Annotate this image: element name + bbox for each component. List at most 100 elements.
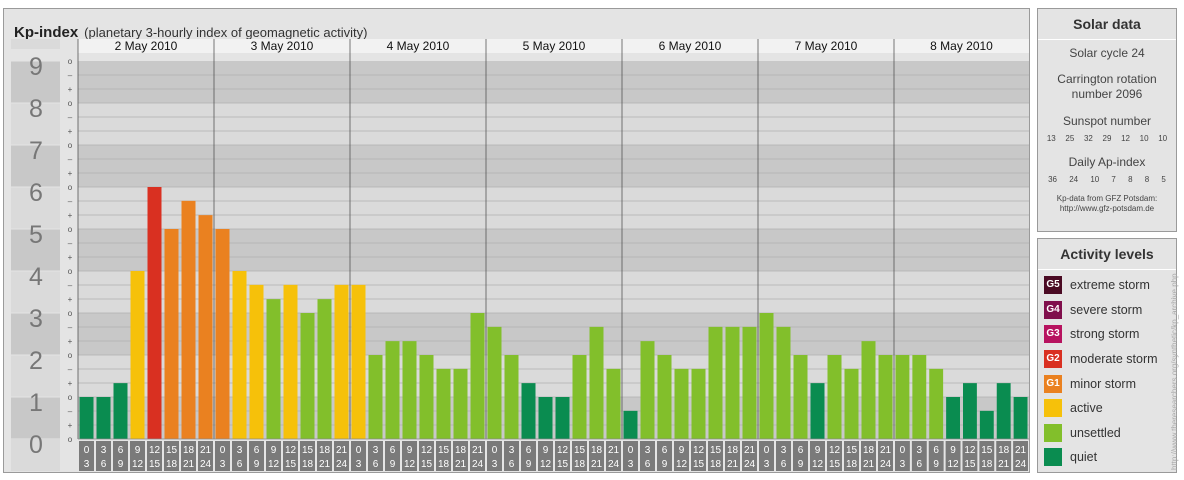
- kp-minor-label: +: [68, 169, 73, 178]
- kp-minor-label: –: [68, 197, 73, 206]
- time-slot-end: 15: [693, 459, 705, 470]
- kp-bar: [419, 355, 434, 439]
- time-slot-start: 6: [118, 445, 124, 456]
- kp-minor-label: –: [68, 71, 73, 80]
- kp-bar: [300, 313, 315, 439]
- kp-minor-label: –: [68, 155, 73, 164]
- time-slot-end: 18: [438, 459, 450, 470]
- time-slot-start: 15: [981, 445, 993, 456]
- kp-bar: [436, 368, 451, 439]
- activity-level-item: quiet: [1038, 445, 1176, 470]
- time-slot-start: 0: [900, 445, 906, 456]
- kp-bar: [198, 215, 213, 439]
- kp-bar: [385, 341, 400, 439]
- kp-minor-label: +: [68, 379, 73, 388]
- time-slot-start: 18: [319, 445, 331, 456]
- time-slot-end: 9: [798, 459, 804, 470]
- time-slot-start: 6: [933, 445, 939, 456]
- time-slot-end: 6: [237, 459, 243, 470]
- kp-minor-label: o: [68, 435, 73, 444]
- kp-bar: [742, 326, 757, 439]
- level-swatch: [1044, 399, 1062, 418]
- kp-minor-label: o: [68, 267, 73, 276]
- time-slot-end: 24: [1015, 459, 1027, 470]
- kp-tick-label: 2: [29, 347, 43, 375]
- sunspot-value: 10: [1158, 134, 1168, 143]
- time-slot-end: 3: [356, 459, 362, 470]
- solar-data-heading: Solar data: [1038, 9, 1176, 40]
- time-slot-start: 6: [390, 445, 396, 456]
- kp-minor-label: –: [68, 239, 73, 248]
- kp-bar: [691, 368, 706, 439]
- time-slot-start: 6: [798, 445, 804, 456]
- time-slot-end: 18: [166, 459, 178, 470]
- kp-bar: [130, 271, 145, 439]
- kp-bar: [793, 355, 808, 439]
- kp-tick-label: 5: [29, 221, 43, 249]
- level-swatch: [1044, 448, 1062, 467]
- time-slot-start: 9: [679, 445, 685, 456]
- kp-bar: [249, 284, 264, 439]
- kp-minor-label: –: [68, 365, 73, 374]
- time-slot-start: 0: [492, 445, 498, 456]
- kp-bar: [572, 355, 587, 439]
- time-slot-start: 12: [829, 445, 841, 456]
- activity-level-item: G4 severe storm: [1038, 298, 1176, 323]
- kp-bar: [181, 200, 196, 439]
- kp-bar: [657, 355, 672, 439]
- time-slot-start: 3: [101, 445, 107, 456]
- time-slot-start: 18: [183, 445, 195, 456]
- time-slot-end: 24: [336, 459, 348, 470]
- level-swatch: G4: [1044, 300, 1062, 319]
- ap-index-label: Daily Ap-index: [1068, 155, 1146, 169]
- kp-tick-label: 0: [29, 431, 43, 459]
- kp-band: [78, 145, 1029, 187]
- kp-bar: [929, 368, 944, 439]
- kp-bar: [283, 284, 298, 439]
- time-slot-end: 15: [964, 459, 976, 470]
- ap-index-value: 10: [1090, 175, 1100, 184]
- sunspot-values: 13 25 32 29 12 10 10: [1038, 134, 1176, 143]
- source-link[interactable]: http://www.gfz-potsdam.de: [1038, 204, 1176, 214]
- time-slot-start: 15: [438, 445, 450, 456]
- kp-bar: [164, 229, 179, 439]
- time-slot-end: 24: [744, 459, 756, 470]
- time-slot-end: 18: [846, 459, 858, 470]
- level-label: unsettled: [1070, 425, 1121, 440]
- time-slot-end: 6: [373, 459, 379, 470]
- sunspot-value: 13: [1046, 134, 1056, 143]
- time-slot-end: 12: [676, 459, 688, 470]
- kp-bar: [946, 397, 960, 439]
- time-slot-start: 3: [509, 445, 515, 456]
- time-slot-start: 3: [781, 445, 787, 456]
- kp-minor-label: +: [68, 127, 73, 136]
- time-slot-start: 3: [917, 445, 923, 456]
- kp-bar: [470, 313, 485, 439]
- kp-tick-label: 8: [29, 95, 43, 123]
- time-slot-start: 15: [166, 445, 178, 456]
- time-slot-end: 24: [608, 459, 620, 470]
- time-slot-start: 0: [356, 445, 362, 456]
- kp-bar: [776, 326, 791, 439]
- kp-minor-label: –: [68, 323, 73, 332]
- time-slot-start: 21: [608, 445, 620, 456]
- time-slot-start: 18: [455, 445, 467, 456]
- kp-minor-label: –: [68, 407, 73, 416]
- watermark-url: http://www.theresearchers.org/synthetic/…: [1170, 273, 1179, 470]
- ap-index-values: 36 24 10 7 8 8 5: [1038, 175, 1176, 184]
- level-swatch: [1044, 423, 1062, 442]
- level-label: quiet: [1070, 450, 1098, 465]
- kp-bar: [963, 383, 977, 439]
- activity-level-item: G3 strong storm: [1038, 322, 1176, 347]
- time-slot-end: 15: [421, 459, 433, 470]
- kp-minor-label: –: [68, 113, 73, 122]
- kp-bar: [895, 355, 910, 439]
- time-slot-start: 6: [254, 445, 260, 456]
- kp-minor-label: o: [68, 141, 73, 150]
- level-swatch: G1: [1044, 374, 1062, 393]
- time-slot-end: 3: [492, 459, 498, 470]
- kp-bar: [810, 383, 825, 439]
- kp-minor-label: o: [68, 351, 73, 360]
- kp-bar: [79, 397, 94, 439]
- kp-bar: [232, 271, 247, 439]
